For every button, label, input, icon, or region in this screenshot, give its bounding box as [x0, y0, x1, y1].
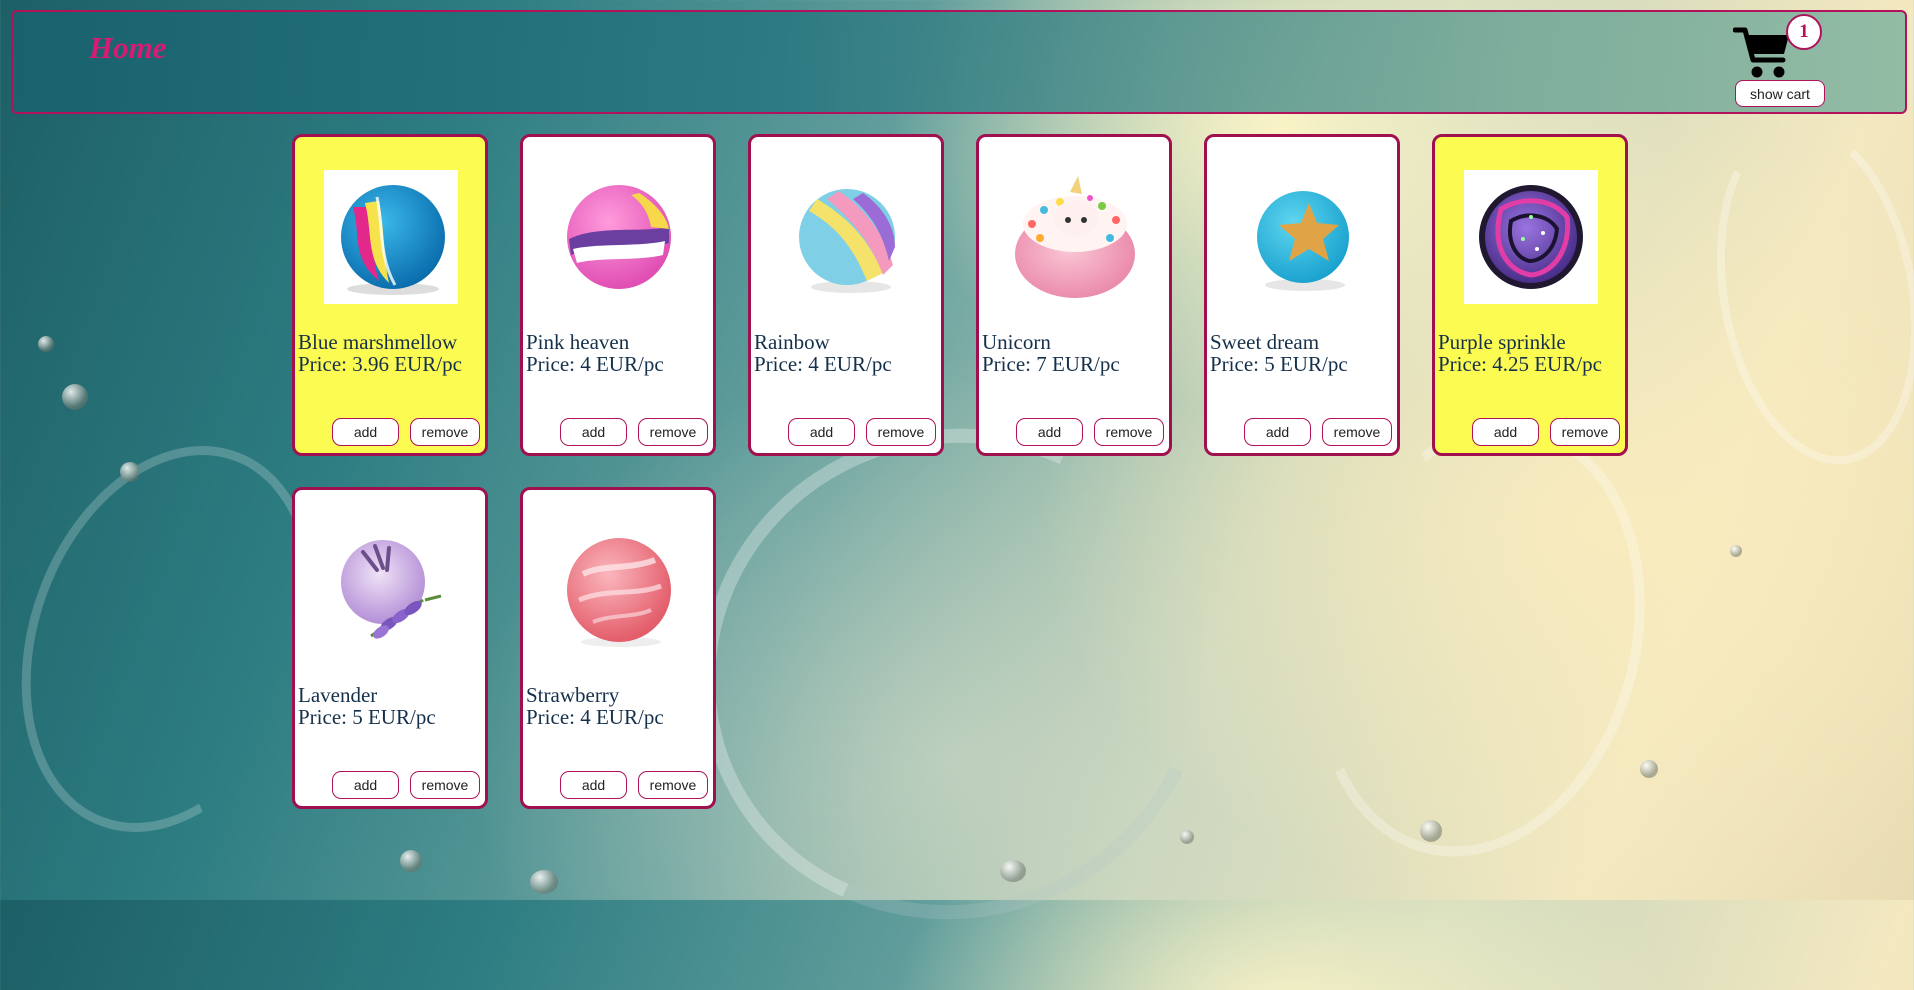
product-card: Sweet dream Price: 5 EUR/pc add remove: [1204, 134, 1400, 456]
home-link[interactable]: Home: [89, 30, 167, 66]
product-price: Price: 4 EUR/pc: [526, 352, 664, 376]
remove-button[interactable]: remove: [1094, 418, 1164, 446]
product-image-strawberry: [552, 523, 686, 657]
product-price: Price: 7 EUR/pc: [982, 352, 1120, 376]
add-button[interactable]: add: [1016, 418, 1083, 446]
remove-button[interactable]: remove: [1322, 418, 1392, 446]
product-image-rainbow: [780, 170, 914, 304]
top-bar: Home 1 show cart: [11, 10, 1907, 114]
product-price: Price: 5 EUR/pc: [298, 705, 436, 729]
product-image-sweet-dream: [1236, 170, 1370, 304]
product-image-lavender: [324, 523, 458, 657]
product-card: Purple sprinkle Price: 4.25 EUR/pc add r…: [1432, 134, 1628, 456]
product-price: Price: 5 EUR/pc: [1210, 352, 1348, 376]
product-image-unicorn: [1008, 170, 1142, 304]
product-price: Price: 4 EUR/pc: [526, 705, 664, 729]
remove-button[interactable]: remove: [638, 418, 708, 446]
cart-count-badge: 1: [1786, 14, 1822, 50]
add-button[interactable]: add: [332, 418, 399, 446]
remove-button[interactable]: remove: [410, 771, 480, 799]
add-button[interactable]: add: [1472, 418, 1539, 446]
product-card: Blue marshmellow Price: 3.96 EUR/pc add …: [292, 134, 488, 456]
product-image-purple-sprinkle: [1464, 170, 1598, 304]
remove-button[interactable]: remove: [410, 418, 480, 446]
product-card: Lavender Price: 5 EUR/pc add remove: [292, 487, 488, 809]
remove-button[interactable]: remove: [866, 418, 936, 446]
add-button[interactable]: add: [332, 771, 399, 799]
product-card: Rainbow Price: 4 EUR/pc add remove: [748, 134, 944, 456]
product-card: Pink heaven Price: 4 EUR/pc add remove: [520, 134, 716, 456]
add-button[interactable]: add: [560, 771, 627, 799]
add-button[interactable]: add: [1244, 418, 1311, 446]
remove-button[interactable]: remove: [638, 771, 708, 799]
product-card: Unicorn Price: 7 EUR/pc add remove: [976, 134, 1172, 456]
product-image-blue-marshmellow: [324, 170, 458, 304]
add-button[interactable]: add: [560, 418, 627, 446]
product-price: Price: 3.96 EUR/pc: [298, 352, 462, 376]
product-price: Price: 4 EUR/pc: [754, 352, 892, 376]
product-image-pink-heaven: [552, 170, 686, 304]
show-cart-button[interactable]: show cart: [1735, 80, 1825, 107]
add-button[interactable]: add: [788, 418, 855, 446]
product-price: Price: 4.25 EUR/pc: [1438, 352, 1602, 376]
product-card: Strawberry Price: 4 EUR/pc add remove: [520, 487, 716, 809]
remove-button[interactable]: remove: [1550, 418, 1620, 446]
